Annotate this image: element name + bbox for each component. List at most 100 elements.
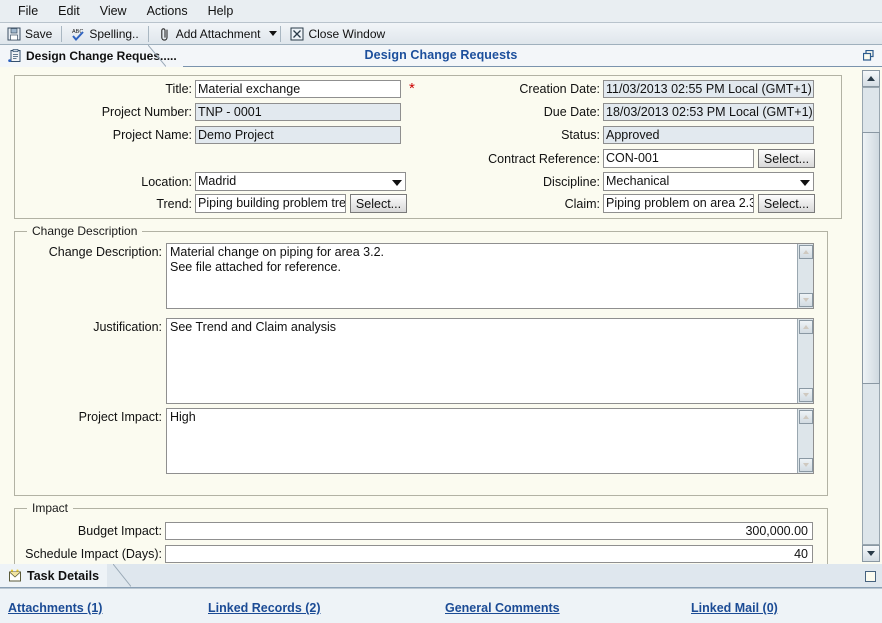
project-number-input: TNP - 0001 xyxy=(195,103,401,121)
arrow-up-icon xyxy=(803,415,809,419)
project-impact-value: High xyxy=(170,410,196,424)
toolbar-separator-3 xyxy=(280,25,282,42)
link-linked-records[interactable]: Linked Records (2) xyxy=(208,601,321,615)
discipline-selected-value: Mechanical xyxy=(606,174,670,188)
title-input[interactable]: Material exchange xyxy=(195,80,401,98)
save-button[interactable]: Save xyxy=(0,24,59,44)
field-row-schedule-impact: Schedule Impact (Days): 40 xyxy=(20,545,813,563)
impact-legend: Impact xyxy=(27,501,74,515)
scroll-up-button[interactable] xyxy=(799,320,813,334)
arrow-down-icon xyxy=(867,551,875,556)
scrollbar-down-button[interactable] xyxy=(862,545,880,562)
arrow-down-icon xyxy=(803,393,809,397)
change-description-textarea[interactable]: Material change on piping for area 3.2. … xyxy=(166,243,814,309)
justification-label: Justification: xyxy=(93,320,162,334)
discipline-select[interactable]: Mechanical xyxy=(603,172,814,191)
scroll-down-button[interactable] xyxy=(799,458,813,472)
menu-item-actions[interactable]: Actions xyxy=(137,2,198,20)
budget-impact-input[interactable]: 300,000.00 xyxy=(165,522,813,540)
save-label: Save xyxy=(25,26,53,41)
field-row-contract-reference: Contract Reference: CON-001 Select... xyxy=(430,149,815,168)
project-name-label: Project Name: xyxy=(112,128,192,142)
toolbar: Save ABC Spelling.. Add Attachment Close… xyxy=(0,23,882,45)
claim-label: Claim: xyxy=(564,196,600,211)
project-number-label: Project Number: xyxy=(101,105,192,119)
trend-input[interactable]: Piping building problem tre xyxy=(195,194,346,213)
field-row-creation-date: Creation Date: 11/03/2013 02:55 PM Local… xyxy=(430,80,814,98)
field-row-trend: Trend: Piping building problem tre Selec… xyxy=(20,194,407,213)
title-label: Title: xyxy=(165,82,192,96)
spellcheck-icon: ABC xyxy=(72,29,85,41)
scroll-down-button[interactable] xyxy=(799,293,813,307)
restore-window-icon[interactable] xyxy=(863,50,874,61)
link-general-comments[interactable]: General Comments xyxy=(445,601,560,615)
claim-select-button[interactable]: Select... xyxy=(758,194,815,213)
schedule-impact-input[interactable]: 40 xyxy=(165,545,813,563)
bottom-panel-restore-icon[interactable] xyxy=(865,571,876,582)
close-window-button[interactable]: Close Window xyxy=(283,24,392,44)
project-name-input: Demo Project xyxy=(195,126,401,144)
task-details-icon xyxy=(9,569,21,581)
menu-item-view[interactable]: View xyxy=(90,2,137,20)
menu-item-edit[interactable]: Edit xyxy=(48,2,90,20)
status-input: Approved xyxy=(603,126,814,144)
spelling-label: Spelling.. xyxy=(89,26,139,41)
contract-reference-input[interactable]: CON-001 xyxy=(603,149,754,168)
location-selected-value: Madrid xyxy=(198,174,237,188)
creation-date-input: 11/03/2013 02:55 PM Local (GMT+1) xyxy=(603,80,814,98)
field-row-budget-impact: Budget Impact: 300,000.00 xyxy=(20,522,813,540)
change-description-label: Change Description: xyxy=(48,245,162,259)
add-attachment-dropdown-button[interactable] xyxy=(267,31,278,36)
creation-date-label: Creation Date: xyxy=(519,82,600,96)
scroll-up-button[interactable] xyxy=(799,410,813,424)
discipline-label: Discipline: xyxy=(543,174,600,189)
form-document-icon xyxy=(8,49,21,62)
link-linked-mail[interactable]: Linked Mail (0) xyxy=(691,601,778,615)
tab-task-details[interactable]: Task Details xyxy=(0,564,108,587)
required-asterisk: * xyxy=(409,80,415,97)
scroll-down-button[interactable] xyxy=(799,388,813,402)
add-attachment-button[interactable]: Add Attachment xyxy=(151,24,268,44)
status-label: Status: xyxy=(561,128,600,142)
contract-reference-label: Contract Reference: xyxy=(488,151,600,166)
chevron-down-icon xyxy=(800,180,810,186)
form-scroll-area: Title: Material exchange * Project Numbe… xyxy=(0,67,861,564)
field-row-location: Location: Madrid xyxy=(20,172,406,191)
bottom-tab-bar: Task Details xyxy=(0,564,882,588)
menu-item-help[interactable]: Help xyxy=(198,2,244,20)
contract-reference-select-button[interactable]: Select... xyxy=(758,149,815,168)
project-impact-scrollbar[interactable] xyxy=(797,409,813,473)
field-row-project-name: Project Name: Demo Project xyxy=(20,126,401,144)
change-description-legend: Change Description xyxy=(27,224,143,238)
justification-value: See Trend and Claim analysis xyxy=(170,320,337,334)
field-row-discipline: Discipline: Mechanical xyxy=(430,172,814,191)
menu-item-file[interactable]: File xyxy=(8,2,48,20)
form-vertical-scrollbar[interactable] xyxy=(862,70,880,562)
trend-select-button[interactable]: Select... xyxy=(350,194,407,213)
link-attachments[interactable]: Attachments (1) xyxy=(8,601,102,615)
spelling-button[interactable]: ABC Spelling.. xyxy=(64,24,145,44)
change-description-value: Material change on piping for area 3.2. … xyxy=(170,245,385,274)
bottom-tab-slant-decoration xyxy=(113,564,131,587)
document-tab-strip: Design Change Reques..... Design Change … xyxy=(0,45,882,67)
due-date-label: Due Date: xyxy=(543,105,600,119)
location-select[interactable]: Madrid xyxy=(195,172,406,191)
project-impact-label: Project Impact: xyxy=(78,410,162,424)
toolbar-separator-1 xyxy=(61,25,63,42)
justification-textarea[interactable]: See Trend and Claim analysis xyxy=(166,318,814,404)
task-details-label: Task Details xyxy=(27,568,100,583)
claim-input[interactable]: Piping problem on area 2.3 xyxy=(603,194,754,213)
justification-scrollbar[interactable] xyxy=(797,319,813,403)
project-impact-textarea[interactable]: High xyxy=(166,408,814,474)
application-window: File Edit View Actions Help Save ABC Spe… xyxy=(0,0,882,623)
field-row-claim: Claim: Piping problem on area 2.3 Select… xyxy=(430,194,815,213)
chevron-down-icon xyxy=(392,180,402,186)
add-attachment-label: Add Attachment xyxy=(175,26,261,41)
field-row-status: Status: Approved xyxy=(430,126,814,144)
scrollbar-up-button[interactable] xyxy=(862,70,880,87)
budget-impact-label: Budget Impact: xyxy=(77,524,162,538)
scroll-up-button[interactable] xyxy=(799,245,813,259)
trend-label: Trend: xyxy=(156,196,192,211)
change-description-scrollbar[interactable] xyxy=(797,244,813,308)
scrollbar-thumb[interactable] xyxy=(862,132,880,384)
